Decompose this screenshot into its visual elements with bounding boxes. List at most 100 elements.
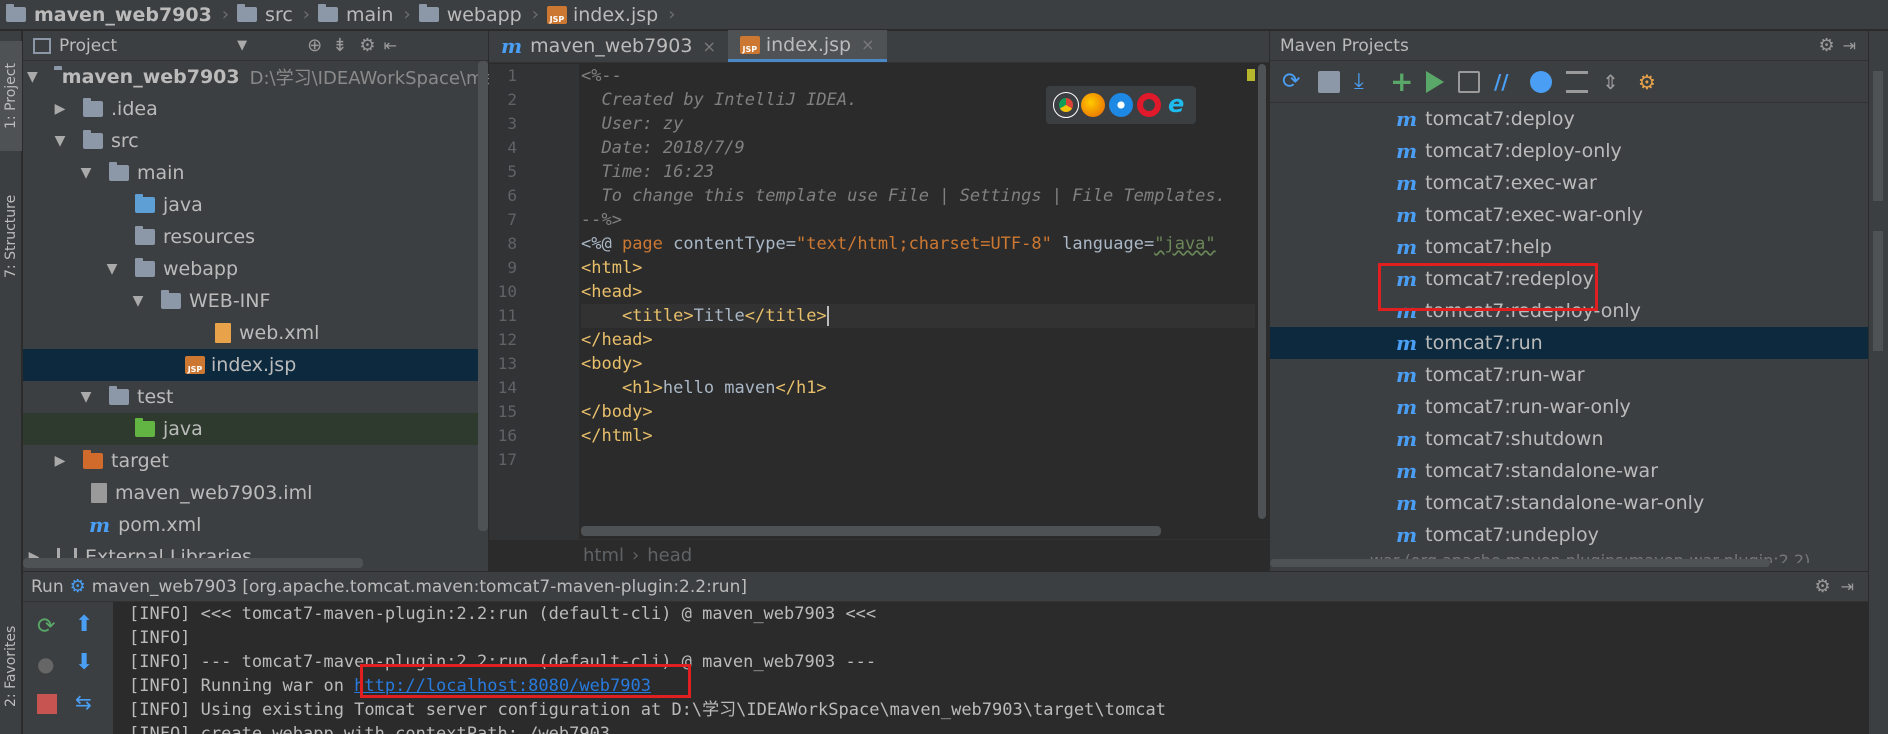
tool-tab-favorites[interactable]: 2: Favorites	[0, 606, 22, 726]
iml-file-icon	[91, 483, 107, 503]
opera-icon[interactable]	[1136, 93, 1161, 117]
maven-goal-item[interactable]: m tomcat7:run-war	[1270, 359, 1868, 391]
pin-icon[interactable]: ●	[37, 652, 54, 676]
tree-node-src[interactable]: ▼ src	[23, 125, 488, 157]
maven-goal-item[interactable]: m tomcat7:exec-war	[1270, 167, 1868, 199]
tree-node-pom[interactable]: m pom.xml	[23, 509, 488, 541]
skip-tests-icon[interactable]	[1530, 70, 1552, 93]
expanded-arrow-icon[interactable]: ▼	[53, 133, 67, 149]
navigation-bar: maven_web7903 › src › main › webapp › JS…	[0, 0, 1888, 30]
maven-goal-item[interactable]: m tomcat7:help	[1270, 231, 1868, 263]
tool-tab-structure[interactable]: 7: Structure	[0, 181, 22, 291]
maven-goal-item[interactable]: m tomcat7:run-war-only	[1270, 391, 1868, 423]
tree-node-external-libraries[interactable]: ▶ External Libraries	[23, 541, 488, 573]
close-tab-icon[interactable]: ×	[702, 37, 715, 56]
settings-gear-icon[interactable]: ⚙	[1818, 35, 1834, 56]
hide-panel-icon[interactable]: ⇥	[1843, 36, 1856, 55]
editor-horizontal-scrollbar[interactable]	[581, 526, 1161, 536]
tab-maven-web7903[interactable]: m maven_web7903 ×	[489, 30, 728, 62]
expanded-arrow-icon[interactable]: ▼	[131, 293, 145, 309]
console-line: [INFO] <<< tomcat7-maven-plugin:2.2:run …	[129, 604, 877, 624]
editor-vertical-scrollbar[interactable]	[1255, 64, 1269, 539]
maven-goal-item[interactable]: m tomcat7:standalone-war-only	[1270, 487, 1868, 519]
reimport-icon[interactable]: ⟳	[1282, 70, 1304, 93]
tab-index-jsp[interactable]: JSP index.jsp ×	[727, 30, 887, 62]
expanded-arrow-icon[interactable]: ▼	[105, 261, 119, 277]
maven-projects-panel: Maven Projects ⚙ ⇥ ⟳ ⤓ + // ⇕ ⚙ m tomcat7…	[1270, 31, 1868, 571]
folder-icon	[318, 4, 338, 22]
breadcrumb-project[interactable]: maven_web7903 ›	[6, 0, 237, 30]
breadcrumb-main[interactable]: main ›	[318, 0, 419, 30]
tool-tab-maven[interactable]	[1873, 71, 1883, 201]
breadcrumb-index-jsp[interactable]: JSP index.jsp ›	[546, 0, 683, 30]
folder-icon	[135, 258, 155, 277]
module-folder-icon	[6, 4, 26, 22]
tree-node-iml[interactable]: maven_web7903.iml	[23, 477, 488, 509]
chrome-icon[interactable]	[1052, 92, 1079, 118]
maven-goal-icon: m	[1396, 235, 1418, 259]
tree-node-index-jsp[interactable]: JSP index.jsp	[23, 349, 488, 381]
tree-node-test-java[interactable]: java	[23, 413, 488, 445]
collapse-all-icon[interactable]: ⇟	[332, 35, 347, 56]
download-icon[interactable]: ⤓	[1354, 70, 1376, 93]
settings-gear-icon[interactable]: ⚙	[1814, 576, 1830, 597]
breadcrumb-webapp[interactable]: webapp ›	[418, 0, 547, 30]
add-icon[interactable]: +	[1390, 67, 1413, 95]
settings-gear-icon[interactable]: ⚙	[359, 35, 375, 56]
project-horizontal-scrollbar[interactable]	[23, 558, 363, 568]
safari-icon[interactable]	[1108, 93, 1133, 117]
scroll-up-icon[interactable]: ⬆	[75, 612, 93, 637]
maven-goal-item[interactable]: m tomcat7:exec-war-only	[1270, 199, 1868, 231]
project-vertical-scrollbar[interactable]	[478, 61, 488, 531]
tree-node-main[interactable]: ▼ main	[23, 157, 488, 189]
excluded-folder-icon	[83, 450, 103, 469]
maven-goal-item-selected[interactable]: m tomcat7:run	[1270, 327, 1868, 359]
ie-icon[interactable]: e	[1164, 92, 1188, 117]
maven-goal-item[interactable]: m tomcat7:undeploy	[1270, 519, 1868, 551]
hide-panel-icon[interactable]: ⇥	[1841, 577, 1854, 596]
tree-node-module[interactable]: ▼ maven_web7903 D:\学习\IDEAWorkSpace\ma	[23, 61, 495, 93]
tree-node-web-xml[interactable]: web.xml	[23, 317, 488, 349]
firefox-icon[interactable]	[1081, 93, 1106, 117]
toggle-offline-icon[interactable]: //	[1494, 71, 1516, 93]
code-editor[interactable]: <%-- Created by IntelliJ IDEA. User: zy …	[581, 64, 1255, 539]
show-dependencies-icon[interactable]	[1566, 70, 1588, 93]
tree-node-idea[interactable]: ▶ .idea	[23, 93, 488, 125]
collapsed-arrow-icon[interactable]: ▶	[53, 453, 67, 469]
tree-node-java[interactable]: java	[23, 189, 488, 221]
locate-icon[interactable]: ⊕	[307, 35, 322, 56]
soft-wrap-icon[interactable]: ⇆	[75, 690, 92, 714]
collapsed-arrow-icon[interactable]: ▶	[53, 101, 67, 117]
breadcrumb-src[interactable]: src ›	[237, 0, 318, 30]
collapse-all-icon[interactable]: ⇕	[1602, 71, 1624, 93]
maven-goal-item[interactable]: m tomcat7:deploy-only	[1270, 135, 1868, 167]
tree-node-test[interactable]: ▼ test	[23, 381, 488, 413]
generate-sources-icon[interactable]	[1318, 70, 1340, 93]
maven-goal-item[interactable]: m tomcat7:shutdown	[1270, 423, 1868, 455]
maven-goal-item[interactable]: m tomcat7:standalone-war	[1270, 455, 1868, 487]
rerun-icon[interactable]: ⟳	[37, 614, 55, 639]
crumb-html[interactable]: html	[583, 545, 624, 566]
tree-node-target[interactable]: ▶ target	[23, 445, 488, 477]
maven-horizontal-scrollbar[interactable]	[1270, 559, 1770, 567]
maven-goal-item[interactable]: m tomcat7:deploy	[1270, 103, 1868, 135]
tree-node-web-inf[interactable]: ▼ WEB-INF	[23, 285, 488, 317]
stop-icon[interactable]	[37, 694, 57, 714]
tree-node-webapp[interactable]: ▼ webapp	[23, 253, 488, 285]
close-tab-icon[interactable]: ×	[861, 35, 874, 54]
code-line: </body>	[581, 402, 653, 422]
tree-node-resources[interactable]: resources	[23, 221, 488, 253]
expanded-arrow-icon[interactable]: ▼	[27, 69, 38, 85]
tool-tab-project[interactable]: 1: Project	[0, 41, 22, 151]
expanded-arrow-icon[interactable]: ▼	[79, 165, 93, 181]
expanded-arrow-icon[interactable]: ▼	[79, 389, 93, 405]
view-dropdown-chevron-icon[interactable]: ▼	[237, 38, 247, 53]
scroll-down-icon[interactable]: ⬇	[75, 650, 93, 675]
execute-goal-icon[interactable]	[1458, 70, 1480, 93]
crumb-head[interactable]: head	[647, 545, 692, 566]
tool-tab-other[interactable]	[1873, 231, 1883, 351]
run-icon[interactable]	[1426, 70, 1444, 93]
maven-settings-icon[interactable]: ⚙	[1638, 71, 1660, 93]
hide-panel-icon[interactable]: ⇤	[384, 36, 397, 55]
maven-goal-icon: m	[1396, 523, 1418, 547]
